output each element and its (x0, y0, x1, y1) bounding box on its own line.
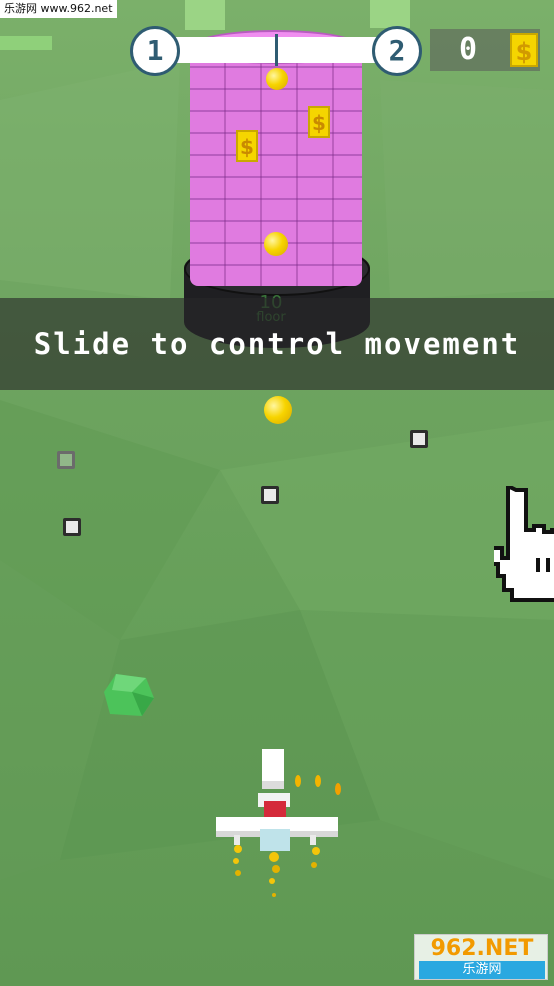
target-square (410, 430, 428, 448)
level-progress-bar: 1 2 (130, 26, 422, 76)
next-level: 2 (372, 26, 422, 76)
tutorial-text: Slide to control movement (33, 327, 521, 361)
watermark-bottom: 962.NET 乐游网 (414, 934, 548, 980)
level-progress-marker (274, 34, 278, 66)
ball-icon (264, 232, 288, 256)
tutorial-banner: Slide to control movement (0, 298, 554, 390)
target-square (63, 518, 81, 536)
target-square (57, 451, 75, 469)
pointer-hand-icon (494, 486, 554, 602)
coin-count: 0 (458, 32, 478, 67)
dollar-coin-icon: $ (510, 33, 538, 67)
watermark-brand: 962.NET (430, 936, 534, 961)
target-square (261, 486, 279, 504)
coin-counter: 0 $ (430, 29, 540, 71)
watermark-top: 乐游网 www.962.net (0, 0, 117, 18)
player-plane[interactable] (210, 745, 345, 925)
emerald-icon (104, 674, 154, 716)
game-scene[interactable]: 乐游网 www.962.net $ $ 10 floor 1 2 0 $ Sli… (0, 0, 554, 986)
watermark-site: 乐游网 (419, 961, 545, 979)
current-level: 1 (130, 26, 180, 76)
tower-coin-icon: $ (236, 130, 258, 162)
tower-coin-icon: $ (308, 106, 330, 138)
ball-icon (264, 396, 292, 424)
